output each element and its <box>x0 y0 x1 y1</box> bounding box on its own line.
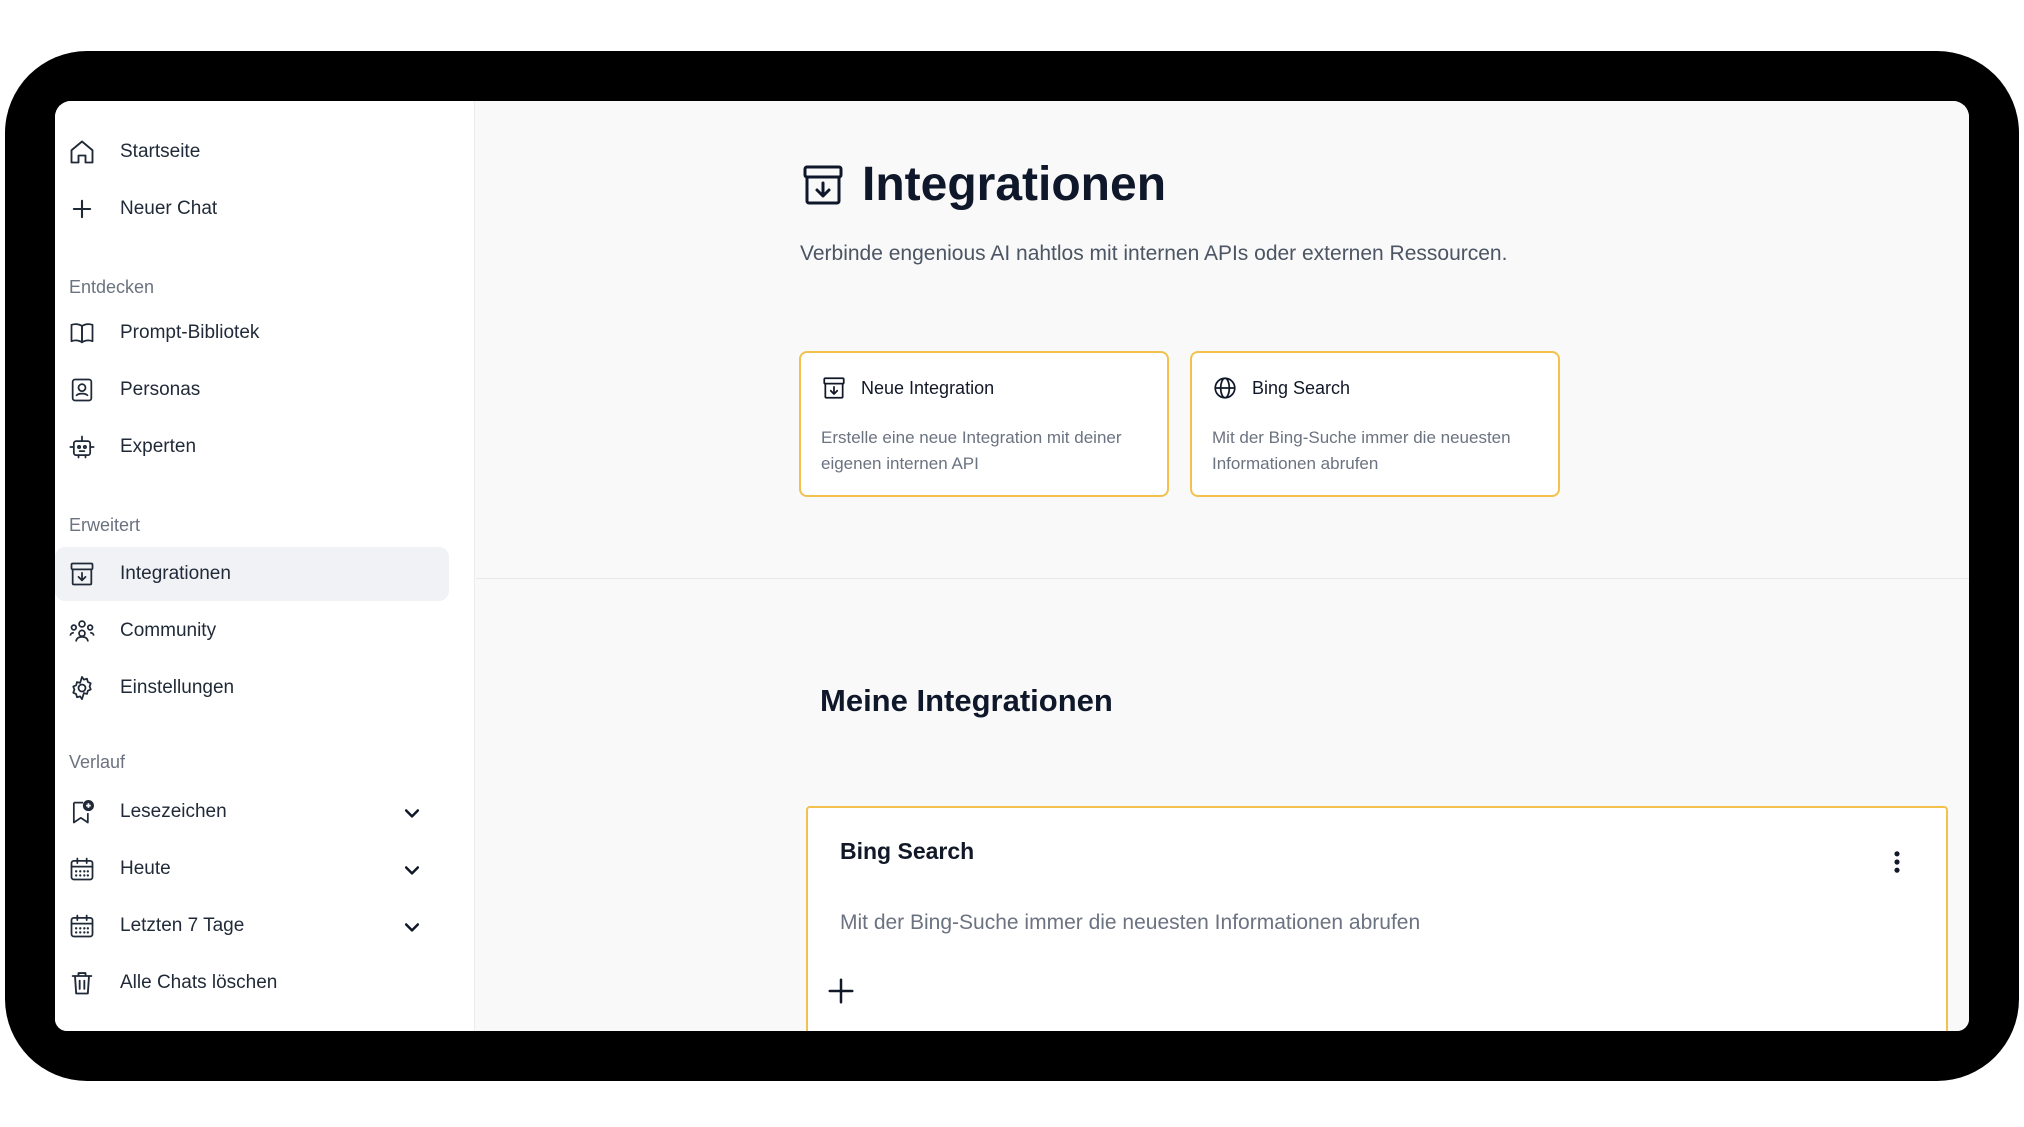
integration-card-bing-search[interactable]: Bing Search Mit der Bing-Suche immer die… <box>806 806 1948 1031</box>
sidebar-item-einstellungen[interactable]: Einstellungen <box>55 661 449 715</box>
home-icon <box>68 138 96 166</box>
sidebar-item-label: Heute <box>120 858 171 879</box>
main-content: Integrationen Verbinde engenious AI naht… <box>476 101 1969 1031</box>
sidebar-item-integrationen[interactable]: Integrationen <box>55 547 449 601</box>
sidebar-item-label: Letzten 7 Tage <box>120 915 245 936</box>
sidebar-item-label: Personas <box>120 379 201 400</box>
chevron-down-icon[interactable] <box>402 917 422 937</box>
integration-description: Mit der Bing-Suche immer die neuesten In… <box>840 911 1421 934</box>
plus-icon <box>68 195 96 223</box>
sidebar-item-heute[interactable]: Heute <box>55 842 449 896</box>
sidebar-item-label: Integrationen <box>120 563 231 584</box>
sidebar-item-label: Alle Chats löschen <box>120 972 278 993</box>
calendar-icon <box>68 855 96 883</box>
archive-icon <box>68 560 96 588</box>
sidebar-item-label: Community <box>120 620 217 641</box>
sidebar-item-label: Lesezeichen <box>120 801 227 822</box>
my-integrations-title: Meine Integrationen <box>820 683 1113 718</box>
section-label-erweitert: Erweitert <box>69 515 141 535</box>
page-title: Integrationen <box>862 158 1167 211</box>
sidebar-item-letzten-7-tage[interactable]: Letzten 7 Tage <box>55 899 449 953</box>
sidebar-item-label: Startseite <box>120 141 201 162</box>
card-title: Neue Integration <box>861 378 995 398</box>
calendar-icon <box>68 912 96 940</box>
page-subtitle: Verbinde engenious AI nahtlos mit intern… <box>800 242 1508 265</box>
sidebar-item-experten[interactable]: Experten <box>55 420 449 474</box>
bing-search-card[interactable]: Bing Search Mit der Bing-Suche immer die… <box>1190 351 1560 497</box>
card-title: Bing Search <box>1252 378 1351 398</box>
chevron-down-icon[interactable] <box>402 860 422 880</box>
sidebar-item-community[interactable]: Community <box>55 604 449 658</box>
sidebar-item-startseite[interactable]: Startseite <box>55 125 449 179</box>
integration-title: Bing Search <box>840 838 975 864</box>
card-description: Mit der Bing-Suche immer die neuesten In… <box>1212 428 1511 473</box>
archive-icon <box>803 165 843 205</box>
app-window: Startseite Neuer Chat Entdecken Prompt-B… <box>55 101 1969 1031</box>
sidebar-item-label: Neuer Chat <box>120 198 218 219</box>
sidebar-item-neuer-chat[interactable]: Neuer Chat <box>55 182 449 236</box>
new-integration-card[interactable]: Neue Integration Erstelle eine neue Inte… <box>799 351 1169 497</box>
sidebar-item-prompt-bibliotek[interactable]: Prompt-Bibliotek <box>55 306 449 360</box>
integrations-header-panel: Integrationen Verbinde engenious AI naht… <box>476 101 1969 579</box>
chevron-down-icon[interactable] <box>402 803 422 823</box>
sidebar: Startseite Neuer Chat Entdecken Prompt-B… <box>55 101 475 1031</box>
section-label-verlauf: Verlauf <box>69 752 126 772</box>
globe-icon <box>1214 377 1236 399</box>
sidebar-item-alle-chats-loeschen[interactable]: Alle Chats löschen <box>55 956 449 1010</box>
archive-icon <box>823 377 845 399</box>
card-description: Erstelle eine neue Integration mit deine… <box>821 428 1122 473</box>
sidebar-item-lesezeichen[interactable]: Lesezeichen <box>55 785 449 839</box>
sidebar-item-label: Experten <box>120 436 197 457</box>
plus-icon[interactable] <box>826 976 856 1006</box>
sidebar-item-label: Prompt-Bibliotek <box>120 322 260 343</box>
persona-icon <box>68 376 96 404</box>
community-icon <box>68 617 96 645</box>
trash-icon <box>68 969 96 997</box>
robot-icon <box>68 433 96 461</box>
sidebar-item-label: Einstellungen <box>120 677 235 698</box>
gear-icon <box>68 674 96 702</box>
more-vertical-icon[interactable] <box>1890 848 1904 876</box>
sidebar-item-personas[interactable]: Personas <box>55 363 449 417</box>
section-label-entdecken: Entdecken <box>69 277 155 297</box>
book-icon <box>68 319 96 347</box>
bookmark-add-icon <box>68 798 96 826</box>
